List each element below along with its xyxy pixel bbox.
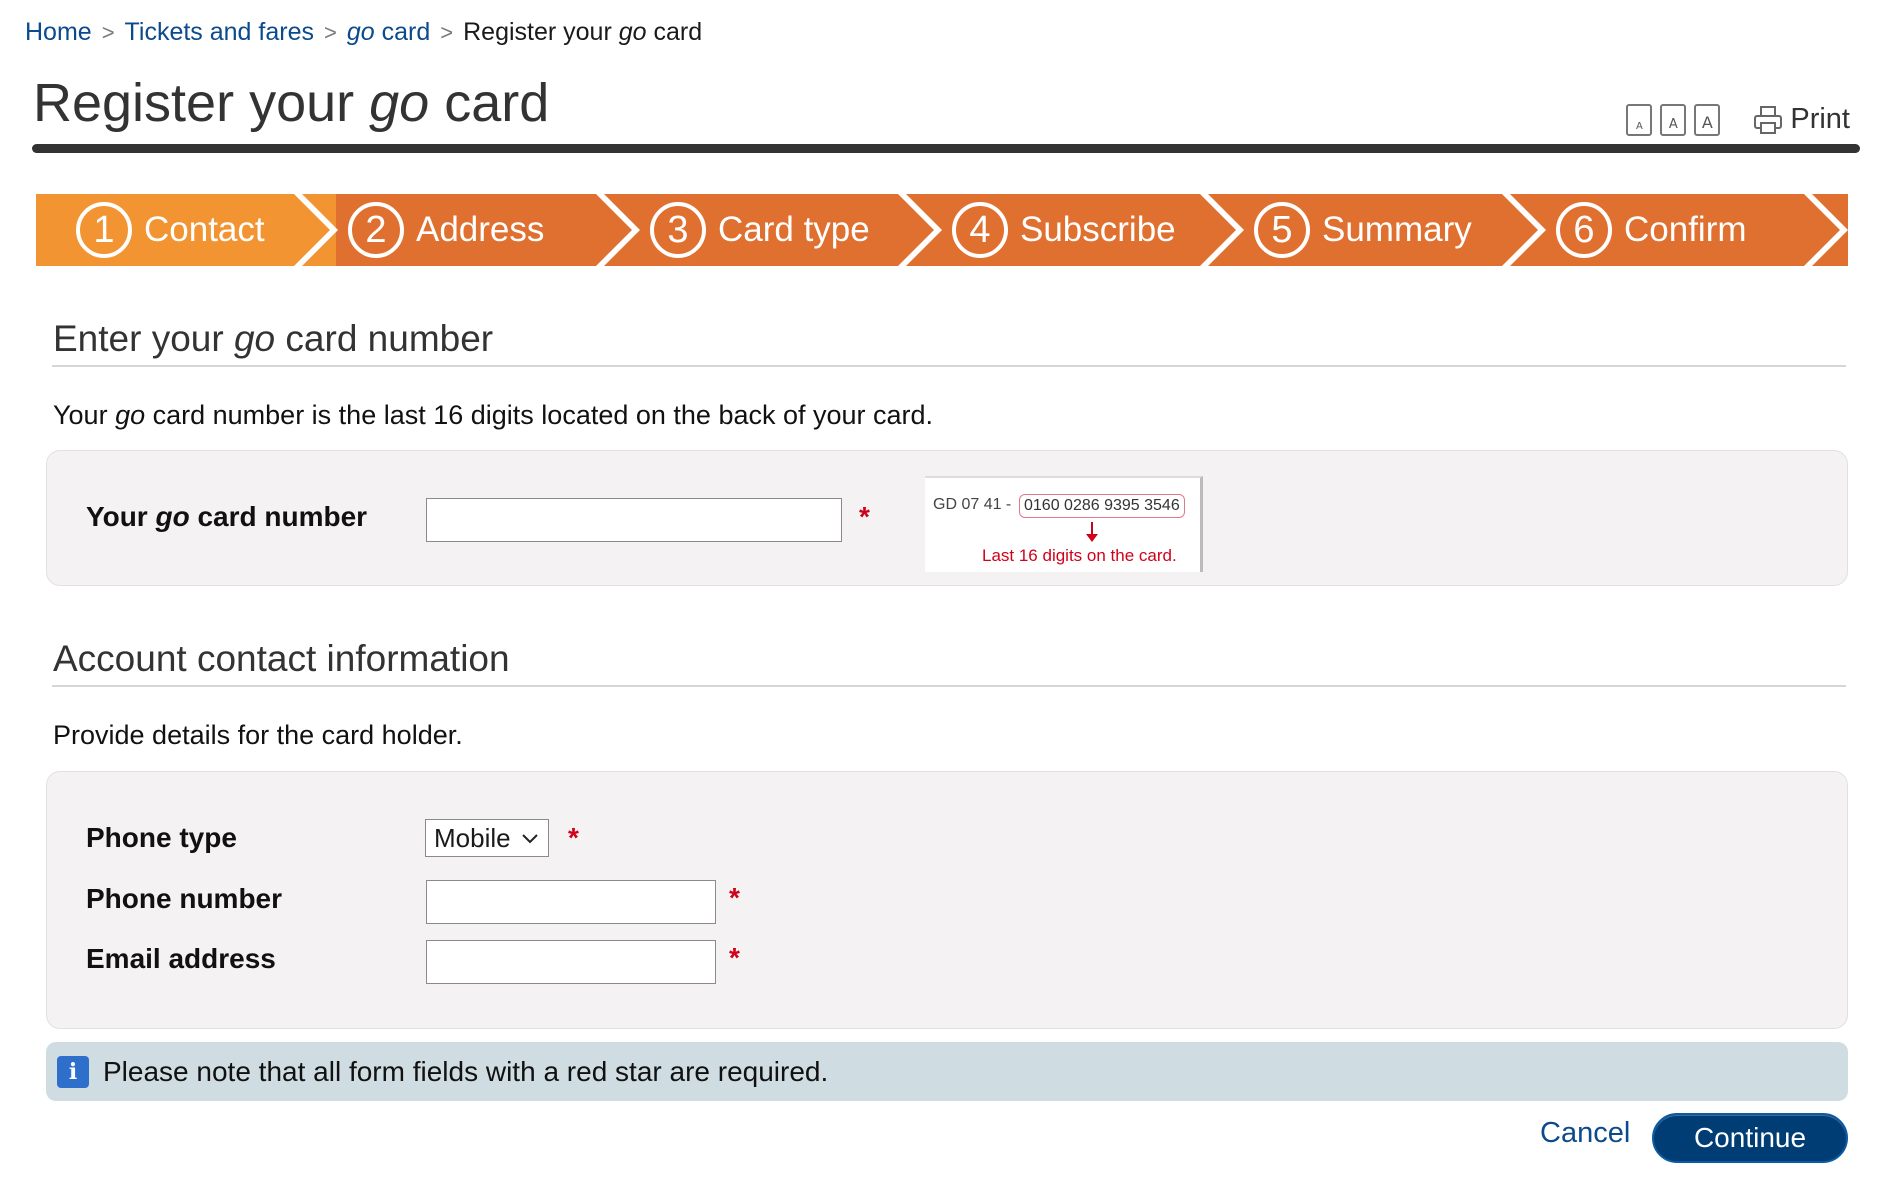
step-label: Address <box>416 210 545 249</box>
breadcrumb-gocard-link[interactable]: go card <box>347 18 430 47</box>
card-image-digits: 0160 0286 9395 3546 <box>1019 494 1185 518</box>
page-title-prefix: Register your <box>33 73 370 133</box>
info-icon: i <box>57 1055 89 1088</box>
step-separator-icon <box>898 194 942 266</box>
card-image-note: Last 16 digits on the card. <box>982 546 1177 565</box>
title-divider <box>32 144 1860 153</box>
text-size-small-icon[interactable]: A <box>1626 103 1653 136</box>
card-intro-go: go <box>115 400 146 430</box>
step-separator-icon <box>596 194 640 266</box>
step-label: Confirm <box>1624 210 1747 249</box>
page-title: Register your go card <box>33 72 549 134</box>
step-number: 6 <box>1556 202 1612 258</box>
breadcrumb-current-prefix: Register your <box>463 18 619 46</box>
step-address: 2 Address <box>348 194 544 266</box>
step-label: Summary <box>1322 210 1472 249</box>
card-number-intro: Your go card number is the last 16 digit… <box>53 400 933 431</box>
text-size-large-icon[interactable]: A <box>1694 103 1721 136</box>
phone-number-label: Phone number <box>86 883 283 914</box>
card-intro-suffix: card number is the last 16 digits locate… <box>145 400 934 430</box>
breadcrumb-tickets-link[interactable]: Tickets and fares <box>125 18 314 47</box>
card-label-suffix: card number <box>189 501 368 532</box>
breadcrumb-current-go: go <box>618 18 647 46</box>
phone-number-input[interactable] <box>426 880 716 924</box>
card-image-code: GD 07 41 - <box>933 496 1012 513</box>
card-number-heading: Enter your go card number <box>53 318 493 360</box>
step-label: Card type <box>718 210 870 249</box>
breadcrumb-gocard-go: go <box>346 18 375 46</box>
printer-icon <box>1754 105 1783 134</box>
contact-panel: Phone type Phone number Email address * … <box>46 771 1848 1029</box>
card-heading-go: go <box>233 318 276 359</box>
step-separator-icon <box>1804 194 1848 266</box>
breadcrumb-current: Register your go card <box>463 18 702 47</box>
card-back-illustration: GD 07 41 - 0160 0286 9395 3546 Last 16 d… <box>925 476 1203 572</box>
breadcrumb-home-link[interactable]: Home <box>25 18 92 47</box>
chevron-right-icon: > <box>101 19 115 45</box>
card-intro-prefix: Your <box>53 400 116 430</box>
breadcrumb-gocard-suffix: card <box>374 18 431 46</box>
email-input[interactable] <box>426 940 716 984</box>
text-size-medium-icon[interactable]: A <box>1660 103 1687 136</box>
step-summary: 5 Summary <box>1254 194 1472 266</box>
required-star: * <box>729 942 740 973</box>
page-title-suffix: card <box>429 73 550 133</box>
required-star: * <box>859 501 870 532</box>
step-number: 3 <box>650 202 706 258</box>
step-number: 2 <box>348 202 404 258</box>
step-separator-icon <box>294 194 338 266</box>
chevron-right-icon: > <box>323 19 337 45</box>
chevron-right-icon: > <box>440 19 454 45</box>
continue-button[interactable]: Continue <box>1652 1113 1848 1163</box>
step-label: Contact <box>144 210 265 249</box>
step-separator-icon <box>1502 194 1546 266</box>
progress-steps: 1 Contact 2 Address 3 Card type 4 Subscr… <box>36 194 1848 266</box>
notice-text: Please note that all form fields with a … <box>103 1055 829 1087</box>
page-title-go: go <box>369 73 430 133</box>
page-tools: A A A Print <box>1626 103 1850 136</box>
email-label: Email address <box>86 943 276 974</box>
chevron-down-icon <box>522 834 538 844</box>
phone-type-label: Phone type <box>86 822 237 853</box>
card-number-label: Your go card number <box>86 501 367 533</box>
card-number-input[interactable] <box>426 498 842 542</box>
required-fields-notice: i Please note that all form fields with … <box>46 1042 1848 1101</box>
section-divider <box>52 685 1846 687</box>
step-label: Subscribe <box>1020 210 1176 249</box>
card-label-go: go <box>155 501 190 532</box>
step-subscribe: 4 Subscribe <box>952 194 1176 266</box>
cancel-link[interactable]: Cancel <box>1540 1117 1630 1150</box>
step-number: 4 <box>952 202 1008 258</box>
arrowhead-icon <box>1086 534 1098 542</box>
card-heading-prefix: Enter your <box>53 318 234 359</box>
breadcrumb: Home > Tickets and fares > go card > Reg… <box>25 18 702 47</box>
required-star: * <box>568 822 579 853</box>
card-label-prefix: Your <box>86 501 156 532</box>
step-card-type: 3 Card type <box>650 194 870 266</box>
section-divider <box>52 365 1846 367</box>
required-star: * <box>729 882 740 913</box>
phone-type-value: Mobile <box>434 822 511 853</box>
breadcrumb-current-suffix: card <box>646 18 703 46</box>
step-number: 5 <box>1254 202 1310 258</box>
phone-type-select[interactable]: Mobile <box>425 819 549 857</box>
print-label: Print <box>1790 103 1850 135</box>
print-button[interactable]: Print <box>1752 103 1850 136</box>
step-number: 1 <box>76 202 132 258</box>
step-contact: 1 Contact <box>76 194 265 266</box>
step-separator-icon <box>1200 194 1244 266</box>
step-confirm: 6 Confirm <box>1556 194 1747 266</box>
card-heading-suffix: card number <box>275 318 494 359</box>
contact-intro: Provide details for the card holder. <box>53 720 463 750</box>
contact-heading: Account contact information <box>53 638 510 679</box>
